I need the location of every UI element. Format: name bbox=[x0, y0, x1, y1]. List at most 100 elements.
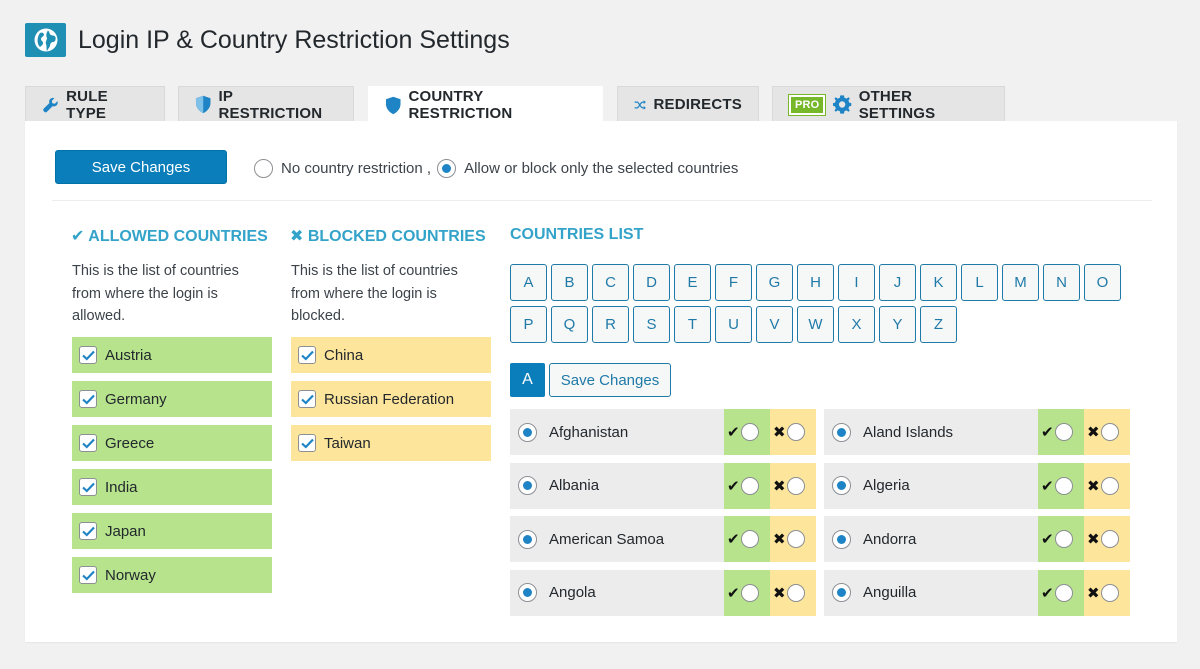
country-name: Albania bbox=[549, 477, 600, 494]
letter-button-y[interactable]: Y bbox=[879, 306, 916, 343]
page-header: Login IP & Country Restriction Settings bbox=[25, 23, 510, 57]
allow-radio[interactable] bbox=[741, 423, 759, 441]
allowed-country-chip: Japan bbox=[72, 513, 272, 549]
selected-countries-radio[interactable] bbox=[437, 159, 457, 178]
letter-button-u[interactable]: U bbox=[715, 306, 752, 343]
cross-icon: ✖ bbox=[773, 531, 786, 548]
allow-radio[interactable] bbox=[741, 476, 759, 495]
tab-rule-type[interactable]: RULE TYPE bbox=[25, 86, 165, 122]
country-row: Andorra ✔ ✖ bbox=[824, 516, 1130, 562]
allow-toggle[interactable]: ✔ bbox=[1038, 409, 1084, 455]
letter-button-g[interactable]: G bbox=[756, 264, 793, 301]
country-name: Afghanistan bbox=[549, 423, 629, 441]
letter-button-p[interactable]: P bbox=[510, 306, 547, 343]
block-toggle[interactable]: ✖ bbox=[1084, 409, 1130, 455]
letter-button-b[interactable]: B bbox=[551, 264, 588, 301]
active-letter-button[interactable]: A bbox=[510, 363, 545, 397]
letter-button-i[interactable]: I bbox=[838, 264, 875, 301]
block-toggle[interactable]: ✖ bbox=[770, 569, 816, 616]
block-radio[interactable] bbox=[1101, 583, 1119, 602]
letter-button-m[interactable]: M bbox=[1002, 264, 1039, 301]
allow-radio[interactable] bbox=[1055, 423, 1073, 441]
blocked-countries-heading: ✖ BLOCKED COUNTRIES bbox=[290, 228, 486, 245]
country-select-radio[interactable] bbox=[832, 583, 851, 602]
letter-button-n[interactable]: N bbox=[1043, 264, 1080, 301]
block-radio[interactable] bbox=[1101, 530, 1119, 548]
country-checkbox[interactable] bbox=[79, 390, 97, 408]
country-select-radio[interactable] bbox=[832, 422, 851, 442]
country-checkbox[interactable] bbox=[79, 522, 97, 540]
letter-button-c[interactable]: C bbox=[592, 264, 629, 301]
letter-button-w[interactable]: W bbox=[797, 306, 834, 343]
allow-toggle[interactable]: ✔ bbox=[724, 409, 770, 455]
allow-toggle[interactable]: ✔ bbox=[1038, 462, 1084, 509]
allow-radio[interactable] bbox=[1055, 476, 1073, 495]
block-toggle[interactable]: ✖ bbox=[1084, 516, 1130, 562]
letter-button-h[interactable]: H bbox=[797, 264, 834, 301]
check-icon: ✔ bbox=[727, 477, 740, 495]
save-button[interactable]: Save Changes bbox=[55, 150, 227, 184]
tab-other-settings[interactable]: PRO OTHER SETTINGS bbox=[772, 86, 1005, 122]
block-toggle[interactable]: ✖ bbox=[770, 409, 816, 455]
block-toggle[interactable]: ✖ bbox=[1084, 569, 1130, 616]
country-select-radio[interactable] bbox=[832, 529, 851, 549]
allow-toggle[interactable]: ✔ bbox=[724, 462, 770, 509]
tab-redirects[interactable]: REDIRECTS bbox=[617, 86, 759, 122]
tab-country-restriction[interactable]: COUNTRY RESTRICTION bbox=[368, 86, 603, 123]
block-radio[interactable] bbox=[787, 583, 805, 602]
country-select-radio[interactable] bbox=[832, 476, 851, 495]
allow-radio[interactable] bbox=[741, 530, 759, 548]
letter-button-s[interactable]: S bbox=[633, 306, 670, 343]
block-radio[interactable] bbox=[787, 530, 805, 548]
allow-radio[interactable] bbox=[741, 583, 759, 602]
country-checkbox[interactable] bbox=[79, 566, 97, 584]
letter-button-x[interactable]: X bbox=[838, 306, 875, 343]
country-name: Greece bbox=[105, 434, 155, 452]
letter-button-k[interactable]: K bbox=[920, 264, 957, 301]
country-select-radio[interactable] bbox=[518, 422, 537, 442]
country-name: Taiwan bbox=[324, 434, 371, 452]
no-restriction-radio[interactable] bbox=[254, 159, 273, 178]
allowed-country-chip: Germany bbox=[72, 381, 272, 417]
letter-button-d[interactable]: D bbox=[633, 264, 670, 301]
country-checkbox[interactable] bbox=[79, 346, 97, 364]
letter-button-l[interactable]: L bbox=[961, 264, 998, 301]
letter-button-r[interactable]: R bbox=[592, 306, 629, 343]
country-checkbox[interactable] bbox=[298, 390, 316, 408]
letter-button-z[interactable]: Z bbox=[920, 306, 957, 343]
letter-button-v[interactable]: V bbox=[756, 306, 793, 343]
block-radio[interactable] bbox=[787, 423, 805, 441]
allow-toggle[interactable]: ✔ bbox=[1038, 569, 1084, 616]
allow-radio[interactable] bbox=[1055, 530, 1073, 548]
allow-radio[interactable] bbox=[1055, 583, 1073, 602]
country-checkbox[interactable] bbox=[298, 346, 316, 364]
allow-toggle[interactable]: ✔ bbox=[1038, 516, 1084, 562]
country-name: Angola bbox=[549, 584, 596, 601]
cross-icon: ✖ bbox=[773, 424, 786, 441]
check-icon: ✔ bbox=[1041, 531, 1054, 548]
country-select-radio[interactable] bbox=[518, 583, 537, 602]
block-radio[interactable] bbox=[1101, 423, 1119, 441]
block-toggle[interactable]: ✖ bbox=[1084, 462, 1130, 509]
letter-button-q[interactable]: Q bbox=[551, 306, 588, 343]
allow-toggle[interactable]: ✔ bbox=[724, 516, 770, 562]
letter-button-e[interactable]: E bbox=[674, 264, 711, 301]
check-icon: ✔ bbox=[1041, 477, 1054, 495]
letter-button-t[interactable]: T bbox=[674, 306, 711, 343]
country-checkbox[interactable] bbox=[79, 478, 97, 496]
allow-toggle[interactable]: ✔ bbox=[724, 569, 770, 616]
letter-button-a[interactable]: A bbox=[510, 264, 547, 301]
save-changes-button-secondary[interactable]: Save Changes bbox=[549, 363, 671, 397]
tab-ip-restriction[interactable]: IP RESTRICTION bbox=[178, 86, 354, 122]
letter-button-j[interactable]: J bbox=[879, 264, 916, 301]
country-select-radio[interactable] bbox=[518, 476, 537, 495]
letter-button-o[interactable]: O bbox=[1084, 264, 1121, 301]
country-select-radio[interactable] bbox=[518, 529, 537, 549]
country-checkbox[interactable] bbox=[298, 434, 316, 452]
block-toggle[interactable]: ✖ bbox=[770, 462, 816, 509]
letter-button-f[interactable]: F bbox=[715, 264, 752, 301]
country-checkbox[interactable] bbox=[79, 434, 97, 452]
block-radio[interactable] bbox=[1101, 476, 1119, 495]
block-toggle[interactable]: ✖ bbox=[770, 516, 816, 562]
block-radio[interactable] bbox=[787, 476, 805, 495]
